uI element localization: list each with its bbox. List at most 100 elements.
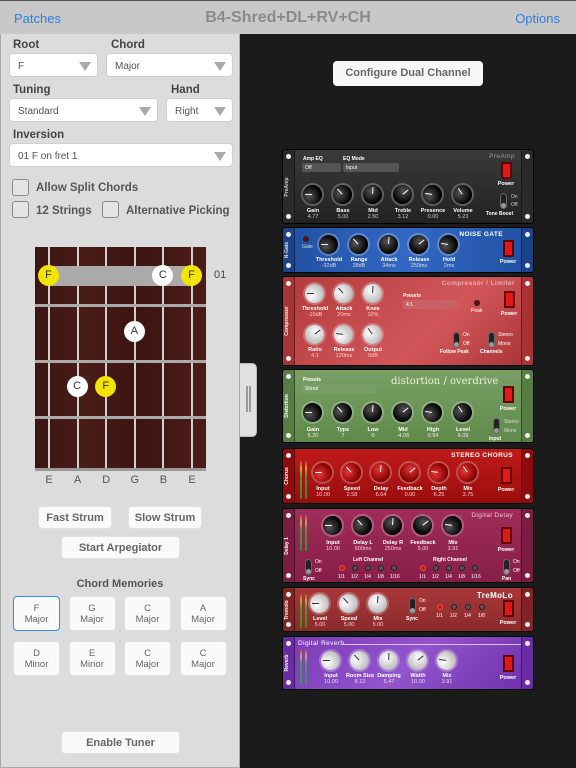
- knob-release[interactable]: [332, 323, 355, 346]
- knob-level[interactable]: [310, 594, 329, 613]
- chord-note-marker[interactable]: A: [123, 321, 145, 342]
- allow-split-chords-checkbox[interactable]: [12, 179, 29, 196]
- panel-splitter-handle[interactable]: [240, 363, 257, 437]
- twelve-strings-checkbox[interactable]: [12, 201, 29, 218]
- division-led-button[interactable]: [420, 565, 426, 571]
- configure-dual-channel-button[interactable]: Configure Dual Channel: [333, 61, 483, 86]
- knob-output[interactable]: [359, 321, 386, 348]
- knob-mix[interactable]: [435, 649, 458, 672]
- knob-input[interactable]: [313, 463, 332, 482]
- knob-room-size[interactable]: [346, 647, 373, 674]
- follow-peak-toggle[interactable]: [453, 332, 460, 348]
- division-led-button[interactable]: [472, 565, 478, 571]
- tremolo-power-switch[interactable]: [503, 600, 514, 617]
- division-led-button[interactable]: [465, 604, 471, 610]
- division-led-button[interactable]: [446, 565, 452, 571]
- knob-presence[interactable]: [421, 183, 444, 206]
- knob-width[interactable]: [404, 647, 431, 674]
- compressor-power-switch[interactable]: [504, 291, 515, 308]
- knob-high[interactable]: [421, 401, 444, 424]
- chord-memory-slot[interactable]: C Major: [124, 641, 171, 676]
- knob-level[interactable]: [449, 399, 476, 426]
- channels-toggle[interactable]: [488, 332, 495, 348]
- distortion-power-switch[interactable]: [503, 386, 514, 403]
- slow-strum-button[interactable]: Slow Strum: [128, 506, 202, 529]
- input-toggle[interactable]: [493, 418, 500, 434]
- division-led-button[interactable]: [437, 604, 443, 610]
- hand-select[interactable]: Right: [166, 98, 233, 122]
- noisegate-power-switch[interactable]: [503, 240, 514, 257]
- alternative-picking-checkbox[interactable]: [102, 201, 119, 218]
- inversion-select[interactable]: 01 F on fret 1: [9, 143, 233, 167]
- knob-knee[interactable]: [362, 283, 383, 304]
- knob-range[interactable]: [345, 231, 372, 258]
- knob-type[interactable]: [329, 399, 356, 426]
- chord-memory-slot[interactable]: F Major: [13, 596, 60, 631]
- fast-strum-button[interactable]: Fast Strum: [38, 506, 112, 529]
- knob-bass[interactable]: [329, 181, 356, 208]
- division-led-button[interactable]: [479, 604, 485, 610]
- delay-power-switch[interactable]: [501, 527, 512, 544]
- knob-attack[interactable]: [378, 234, 399, 255]
- knob-attack[interactable]: [330, 280, 357, 307]
- tuning-select[interactable]: Standard: [9, 98, 158, 122]
- knob-release[interactable]: [405, 231, 432, 258]
- division-led-button[interactable]: [352, 565, 358, 571]
- amp-eq-select[interactable]: Off: [302, 163, 341, 172]
- pan-toggle[interactable]: [503, 559, 510, 575]
- knob-low[interactable]: [362, 402, 383, 423]
- preamp-power-switch[interactable]: [501, 162, 512, 179]
- knob-input[interactable]: [321, 651, 340, 670]
- tremolo-sync-toggle[interactable]: [409, 598, 416, 614]
- tone-boost-toggle[interactable]: [500, 193, 507, 209]
- knob-threshold[interactable]: [305, 284, 324, 303]
- knob-feedback[interactable]: [409, 512, 436, 539]
- chord-note-marker[interactable]: F: [181, 265, 202, 286]
- knob-volume[interactable]: [449, 181, 476, 208]
- chord-select[interactable]: Major: [106, 53, 233, 77]
- division-led-button[interactable]: [433, 565, 439, 571]
- division-led-button[interactable]: [391, 565, 397, 571]
- knob-mid[interactable]: [362, 184, 383, 205]
- start-arpegiator-button[interactable]: Start Arpegiator: [61, 536, 180, 559]
- options-button[interactable]: Options: [515, 11, 560, 26]
- eq-mode-select[interactable]: Input: [343, 163, 399, 172]
- chord-note-marker[interactable]: F: [95, 376, 117, 397]
- knob-feedback[interactable]: [396, 459, 423, 486]
- chord-memory-slot[interactable]: E Minor: [68, 641, 116, 676]
- knob-delay-r[interactable]: [382, 515, 403, 536]
- chord-memory-slot[interactable]: C Major: [124, 596, 171, 631]
- chord-memory-slot[interactable]: G Major: [68, 596, 116, 631]
- knob-delay[interactable]: [370, 462, 391, 483]
- distortion-preset-select[interactable]: Shred: [302, 384, 376, 393]
- chord-note-marker[interactable]: C: [66, 376, 88, 397]
- enable-tuner-button[interactable]: Enable Tuner: [61, 731, 180, 754]
- division-led-button[interactable]: [378, 565, 384, 571]
- reverb-power-switch[interactable]: [503, 655, 514, 672]
- knob-depth[interactable]: [427, 461, 450, 484]
- root-select[interactable]: F: [9, 53, 98, 77]
- knob-damping[interactable]: [378, 650, 399, 671]
- chord-memory-slot[interactable]: A Major: [179, 596, 227, 631]
- knob-speed[interactable]: [335, 590, 362, 617]
- division-led-button[interactable]: [365, 565, 371, 571]
- knob-speed[interactable]: [338, 459, 365, 486]
- knob-gain[interactable]: [303, 403, 322, 422]
- knob-mix[interactable]: [367, 593, 388, 614]
- knob-mid[interactable]: [389, 399, 416, 426]
- chord-note-marker[interactable]: F: [38, 265, 59, 286]
- knob-mix[interactable]: [441, 514, 464, 537]
- knob-mix[interactable]: [454, 459, 481, 486]
- knob-ratio[interactable]: [301, 321, 328, 348]
- knob-gain[interactable]: [303, 185, 322, 204]
- division-led-button[interactable]: [339, 565, 345, 571]
- knob-threshold[interactable]: [319, 235, 338, 254]
- sync-toggle[interactable]: [305, 559, 312, 575]
- knob-input[interactable]: [323, 516, 342, 535]
- knob-treble[interactable]: [389, 181, 416, 208]
- fretboard[interactable]: FCFACF: [35, 247, 206, 471]
- chord-memory-slot[interactable]: C Major: [179, 641, 227, 676]
- knob-delay-l[interactable]: [349, 512, 376, 539]
- chord-memory-slot[interactable]: D Minor: [13, 641, 60, 676]
- division-led-button[interactable]: [451, 604, 457, 610]
